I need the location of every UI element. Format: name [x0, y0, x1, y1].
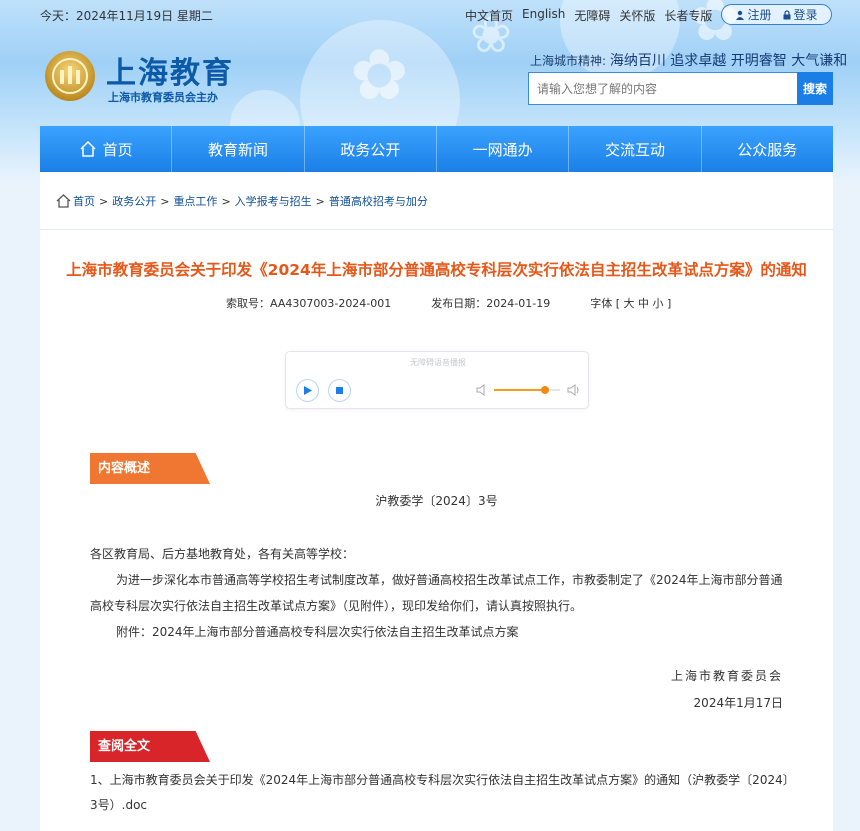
city-spirit-slogan: 海纳百川 追求卓越 开明睿智 大气谦和 — [609, 53, 848, 69]
emblem-icon — [45, 51, 95, 101]
player-caption: 无障碍语音播报 — [410, 358, 466, 367]
stop-icon — [336, 387, 343, 394]
nav-public-service-label: 公众服务 — [737, 140, 798, 159]
font-size-switcher[interactable]: 字体 [ 大 中 小 ] — [590, 295, 671, 311]
lock-icon — [783, 9, 790, 19]
link-elder-edition[interactable]: 长者专版 — [664, 7, 712, 24]
volume-slider[interactable] — [494, 386, 560, 394]
volume-handle[interactable] — [541, 386, 550, 394]
city-spirit-prefix: 上海城市精神: — [530, 54, 610, 68]
link-chinese-home[interactable]: 中文首页 — [465, 7, 513, 24]
stop-button[interactable] — [328, 379, 351, 402]
content-panel: 首页 > 政务公开 > 重点工作 > 入学报考与招生 > 普通高校招考与加分 上… — [40, 172, 833, 831]
audio-player: 无障碍语音播报 — [285, 351, 589, 409]
body-paragraph: 为进一步深化本市普通高等学校招生考试制度改革，做好普通高校招生改革试点工作，市教… — [90, 573, 783, 613]
register-label: 注册 — [747, 8, 772, 22]
search-bar: 搜索 — [528, 72, 833, 105]
logo-title: 上海教育 — [106, 56, 234, 91]
volume-fill — [494, 389, 546, 391]
logo-subtitle: 上海市教育委员会主办 — [108, 91, 218, 104]
search-button[interactable]: 搜索 — [797, 72, 833, 105]
nav-home[interactable]: 首页 — [40, 126, 173, 172]
article-meta: 索取号：AA4307003-2024-001 发布日期：2024-01-19 字… — [226, 295, 671, 311]
breadcrumb-admission[interactable]: 入学报考与招生 — [235, 193, 312, 209]
main-nav: 首页 教育新闻 政务公开 一网通办 交流互动 公众服务 — [40, 126, 833, 172]
login-button[interactable]: 登录 — [782, 6, 818, 23]
play-icon — [304, 386, 312, 395]
index-number: 索取号：AA4307003-2024-001 — [226, 297, 392, 310]
breadcrumb-separator: > — [99, 194, 109, 208]
document-number: 沪教委学〔2024〕3号 — [375, 494, 498, 508]
nav-government-affairs[interactable]: 政务公开 — [305, 126, 437, 172]
link-english[interactable]: English — [522, 7, 565, 24]
user-icon — [736, 10, 745, 20]
nav-one-stop-service-label: 一网通办 — [472, 140, 533, 159]
login-label: 登录 — [793, 8, 818, 22]
city-spirit: 上海城市精神: 海纳百川 追求卓越 开明睿智 大气谦和 — [530, 50, 847, 70]
register-button[interactable]: 注册 — [735, 6, 772, 23]
link-care-edition[interactable]: 关怀版 — [619, 7, 655, 24]
breadcrumb-college-admission[interactable]: 普通高校招考与加分 — [329, 193, 428, 209]
fulltext-attachment-link[interactable]: 1、上海市教育委员会关于印发《2024年上海市部分普通高校专科层次实行依法自主招… — [90, 768, 790, 818]
nav-one-stop-service[interactable]: 一网通办 — [437, 126, 570, 172]
attachment-line: 附件：2024年上海市部分普通高校专科层次实行依法自主招生改革试点方案 — [116, 625, 519, 639]
current-date: 今天：2024年11月19日 星期二 — [40, 9, 213, 23]
summary-tag: 内容概述 — [90, 453, 210, 484]
site-logo[interactable]: 上海教育 上海市教育委员会主办 — [44, 48, 244, 108]
nav-home-label: 首页 — [102, 140, 133, 159]
nav-public-service[interactable]: 公众服务 — [702, 126, 833, 172]
top-bar: 今天：2024年11月19日 星期二 中文首页 English 无障碍 关怀版 … — [0, 0, 860, 28]
article-title: 上海市教育委员会关于印发《2024年上海市部分普通高校专科层次实行依法自主招生改… — [66, 261, 807, 279]
salutation: 各区教育局、后方基地教育处，各有关高等学校： — [90, 547, 355, 561]
home-icon — [56, 194, 71, 208]
divider — [40, 229, 833, 230]
breadcrumb-government-affairs[interactable]: 政务公开 — [112, 193, 156, 209]
nav-interaction-label: 交流互动 — [604, 140, 665, 159]
breadcrumb-home[interactable]: 首页 — [73, 193, 95, 209]
volume-high-icon — [567, 384, 579, 396]
nav-education-news-label: 教育新闻 — [207, 140, 268, 159]
breadcrumb-key-work[interactable]: 重点工作 — [173, 193, 217, 209]
search-input[interactable] — [528, 72, 797, 105]
fulltext-tag: 查阅全文 — [90, 731, 210, 762]
top-links: 中文首页 English 无障碍 关怀版 长者专版 — [465, 7, 712, 24]
article-body: 各区教育局、后方基地教育处，各有关高等学校： 为进一步深化本市普通高等学校招生考… — [90, 541, 790, 645]
link-accessibility[interactable]: 无障碍 — [574, 7, 610, 24]
publish-date: 发布日期：2024-01-19 — [431, 297, 551, 310]
volume-low-icon — [476, 384, 485, 396]
sign-date: 2024年1月17日 — [693, 696, 783, 710]
home-icon — [80, 140, 96, 157]
signer: 上海市教育委员会 — [670, 669, 783, 683]
breadcrumb-separator: > — [221, 194, 231, 208]
play-button[interactable] — [296, 379, 319, 402]
breadcrumb-separator: > — [315, 194, 325, 208]
nav-interaction[interactable]: 交流互动 — [569, 126, 702, 172]
breadcrumb-separator: > — [160, 194, 170, 208]
nav-government-affairs-label: 政务公开 — [340, 140, 401, 159]
breadcrumb: 首页 > 政务公开 > 重点工作 > 入学报考与招生 > 普通高校招考与加分 — [56, 193, 428, 209]
auth-box: 注册 登录 — [721, 4, 832, 25]
nav-education-news[interactable]: 教育新闻 — [172, 126, 305, 172]
